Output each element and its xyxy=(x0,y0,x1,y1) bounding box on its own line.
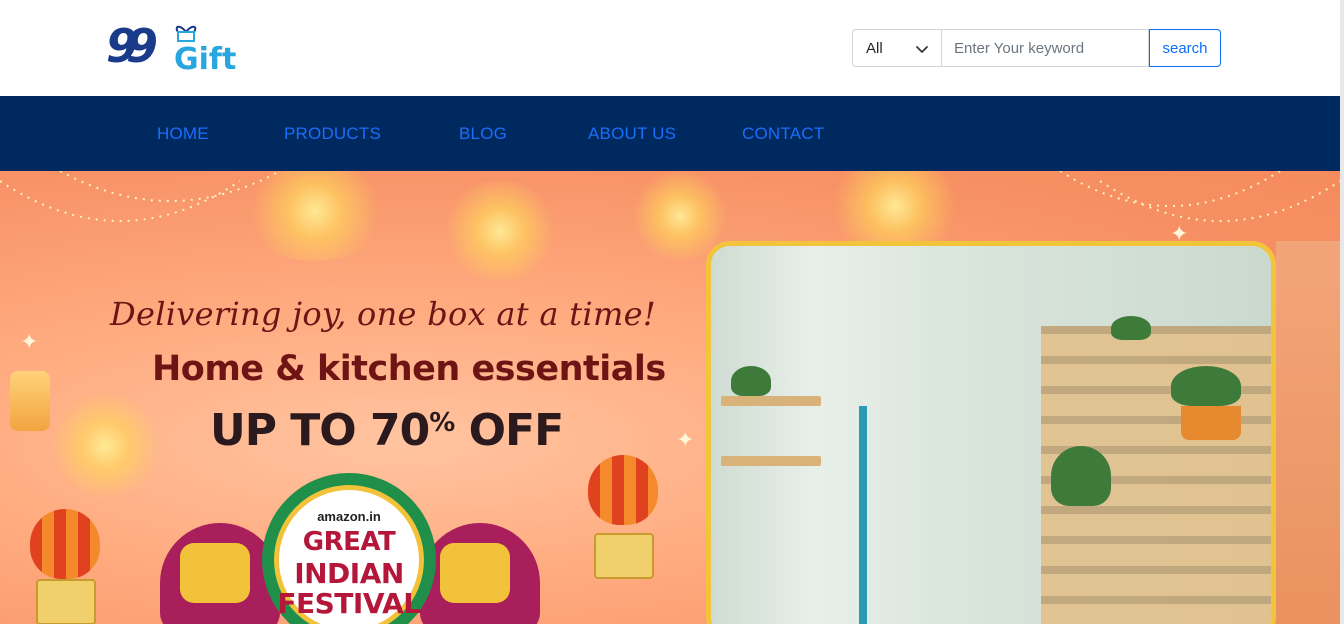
hot-air-balloon-illustration xyxy=(30,509,100,579)
site-logo[interactable]: 99 Gift xyxy=(104,18,259,82)
firework-decoration xyxy=(50,391,160,501)
main-nav: HOME PRODUCTS BLOG ABOUT US CONTACT xyxy=(0,96,1340,171)
page-scrollbar[interactable] xyxy=(1340,0,1344,624)
category-select[interactable]: All xyxy=(852,29,942,67)
nav-link-about-us[interactable]: ABOUT US xyxy=(588,124,676,144)
category-select-value: All xyxy=(866,39,883,57)
offer-prefix: UP TO 70 xyxy=(210,405,430,456)
banner-subhead: Home & kitchen essentials xyxy=(152,349,666,389)
offer-suffix: OFF xyxy=(454,405,565,456)
nav-link-products[interactable]: PRODUCTS xyxy=(284,124,381,144)
hot-air-balloon-illustration xyxy=(588,455,658,525)
badge-line-1: GREAT xyxy=(302,527,396,557)
search-bar: All search xyxy=(852,29,1221,67)
site-header: 99 Gift All search xyxy=(0,0,1344,96)
nav-link-home[interactable]: HOME xyxy=(157,124,209,144)
great-indian-festival-badge: amazon.in GREAT INDIAN FESTIVAL xyxy=(262,473,436,624)
promo-banner[interactable]: ✦ ✦ ✦ ✦ Delivering joy, one box at a tim… xyxy=(0,171,1340,624)
elephant-blanket xyxy=(180,543,250,603)
shelf xyxy=(721,456,821,466)
logo-word: Gift xyxy=(174,42,237,77)
search-button[interactable]: search xyxy=(1149,29,1221,67)
logo-digits: 99 xyxy=(106,19,158,73)
gift-bow-icon xyxy=(175,25,197,42)
elephant-right-illustration xyxy=(420,523,540,624)
nav-link-blog[interactable]: BLOG xyxy=(459,124,507,144)
banner-offer: UP TO 70% OFF xyxy=(210,405,565,456)
gift-basket-illustration xyxy=(594,533,654,579)
nav-link-contact[interactable]: CONTACT xyxy=(742,124,824,144)
elephant-blanket xyxy=(440,543,510,603)
badge-line-2: INDIAN xyxy=(294,557,404,590)
banner-right-edge xyxy=(1276,241,1340,624)
plant-illustration xyxy=(1111,316,1151,340)
lantern-decoration xyxy=(10,371,50,431)
offer-percent: % xyxy=(429,408,455,438)
badge-line-3: FESTIVAL xyxy=(277,587,421,620)
plant-pot xyxy=(1181,406,1241,440)
banner-tagline: Delivering joy, one box at a time! xyxy=(110,295,656,333)
shelf xyxy=(721,396,821,406)
sparkle-icon: ✦ xyxy=(676,427,695,452)
keyword-search-input[interactable] xyxy=(942,29,1149,67)
gift-basket-illustration xyxy=(36,579,96,624)
firework-decoration xyxy=(440,181,560,281)
plant-illustration xyxy=(731,366,771,396)
product-photo xyxy=(706,241,1276,624)
chevron-down-icon xyxy=(916,46,928,53)
plant-illustration xyxy=(1171,366,1241,406)
sparkle-icon: ✦ xyxy=(20,329,39,354)
mop-handle xyxy=(859,406,867,624)
plant-illustration xyxy=(1051,446,1111,506)
badge-store-name: amazon.in xyxy=(317,509,381,524)
